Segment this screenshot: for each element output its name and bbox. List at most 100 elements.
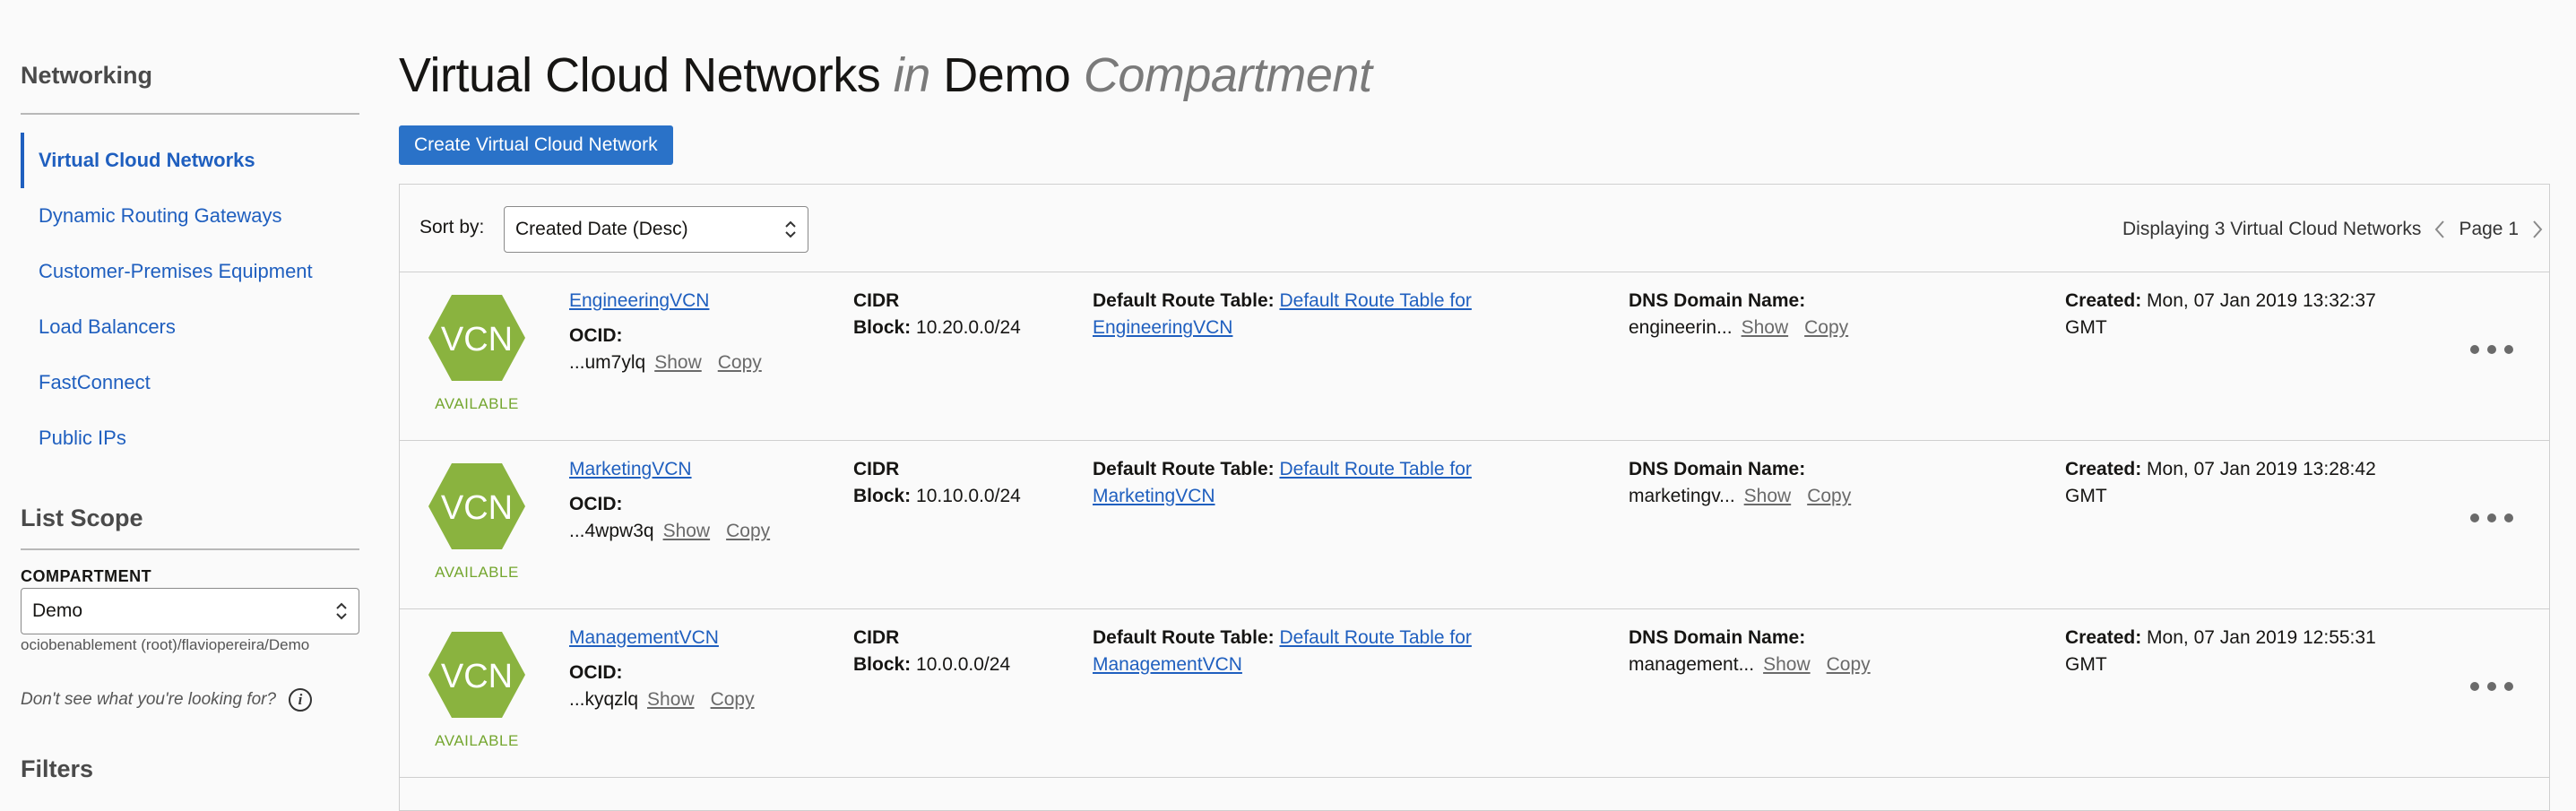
dns-copy-link[interactable]: Copy [1807,486,1851,506]
dns-show-link[interactable]: Show [1742,317,1789,338]
ocid-value: ...um7ylq [569,352,646,373]
dns-show-link[interactable]: Show [1763,654,1811,675]
cidr-label: CIDR [853,290,900,311]
ocid-copy-link[interactable]: Copy [711,689,755,710]
route-table-label: Default Route Table: [1093,290,1275,311]
help-text: Don't see what you're looking for? [21,690,277,709]
vcn-badge-icon: VCN [428,463,525,549]
cidr-cell: CIDR Block: 10.10.0.0/24 [853,456,1021,510]
vcn-badge-icon: VCN [428,295,525,381]
title-suffix: Compartment [1083,48,1372,102]
sort-label: Sort by: [419,217,485,237]
status-available: AVAILABLE [435,732,519,749]
sort-value: Created Date (Desc) [515,219,688,239]
display-count: Displaying 3 Virtual Cloud Networks [2122,219,2422,239]
create-vcn-button[interactable]: Create Virtual Cloud Network [399,125,673,165]
cidr-label: CIDR [853,627,900,648]
route-table-link-line2[interactable]: MarketingVCN [1093,486,1215,506]
created-label: Created: [2065,627,2142,648]
sidebar-nav: Virtual Cloud Networks Dynamic Routing G… [21,133,359,466]
name-cell: EngineeringVCN OCID: ...um7ylq Show Copy [569,288,762,376]
ocid-show-link[interactable]: Show [647,689,695,710]
title-main: Virtual Cloud Networks [399,48,881,102]
list-toolbar: Sort by: Created Date (Desc) Displaying … [400,185,2549,272]
created-label: Created: [2065,290,2142,311]
select-arrows-icon [785,220,796,238]
route-table-cell: Default Route Table: Default Route Table… [1093,288,1472,341]
sidebar-item-public-ips[interactable]: Public IPs [21,410,359,466]
route-table-label: Default Route Table: [1093,627,1275,648]
block-label: Block: [853,317,912,338]
vcn-name-link[interactable]: EngineeringVCN [569,290,709,311]
page-number: Page 1 [2459,219,2519,239]
dns-show-link[interactable]: Show [1744,486,1792,506]
vcn-row: VCN AVAILABLE EngineeringVCN OCID: ...um… [400,272,2549,441]
sort-select[interactable]: Created Date (Desc) [504,206,808,253]
dns-cell: DNS Domain Name: management... Show Copy [1629,625,1871,678]
name-cell: MarketingVCN OCID: ...4wpw3q Show Copy [569,456,770,545]
more-actions-icon[interactable] [2470,343,2513,356]
status-available: AVAILABLE [435,564,519,581]
ocid-label: OCID: [569,662,623,683]
created-label: Created: [2065,459,2142,479]
ocid-copy-link[interactable]: Copy [726,521,770,541]
dns-value: marketingv... [1629,486,1735,506]
vcn-badge-text: VCN [441,321,513,358]
help-line: Don't see what you're looking for? i [21,688,313,712]
pager: Displaying 3 Virtual Cloud Networks Page… [2122,217,2549,242]
more-actions-icon[interactable] [2470,512,2513,524]
title-compartment: Demo [943,48,1071,102]
dns-cell: DNS Domain Name: engineerin... Show Copy [1629,288,1848,341]
route-table-link-line2[interactable]: ManagementVCN [1093,654,1242,675]
ocid-value: ...kyqzlq [569,689,639,710]
cidr-value: 10.10.0.0/24 [916,486,1021,506]
block-label: Block: [853,654,912,675]
vcn-badge-text: VCN [441,489,513,527]
created-cell: Created: Mon, 07 Jan 2019 13:32:37 GMT [2065,288,2376,341]
sidebar-item-customer-premises-equipment[interactable]: Customer-Premises Equipment [21,244,359,299]
sidebar-item-virtual-cloud-networks[interactable]: Virtual Cloud Networks [21,133,359,188]
vcn-name-link[interactable]: ManagementVCN [569,627,719,648]
sidebar-item-dynamic-routing-gateways[interactable]: Dynamic Routing Gateways [21,188,359,244]
created-cell: Created: Mon, 07 Jan 2019 12:55:31 GMT [2065,625,2376,678]
created-value: Mon, 07 Jan 2019 12:55:31 [2147,627,2376,648]
ocid-copy-link[interactable]: Copy [718,352,762,373]
vcn-row: VCN AVAILABLE ManagementVCN OCID: ...kyq… [400,608,2549,778]
created-timezone: GMT [2065,654,2107,675]
title-in: in [893,48,931,102]
route-table-link[interactable]: Default Route Table for [1279,290,1471,311]
dns-label: DNS Domain Name: [1629,459,1806,479]
route-table-label: Default Route Table: [1093,459,1275,479]
vcn-name-link[interactable]: MarketingVCN [569,459,692,479]
route-table-link[interactable]: Default Route Table for [1279,627,1471,648]
created-timezone: GMT [2065,486,2107,506]
route-table-cell: Default Route Table: Default Route Table… [1093,625,1472,678]
compartment-value: Demo [32,600,83,621]
chevron-left-icon[interactable] [2428,217,2453,242]
select-arrows-icon [336,602,347,620]
info-icon[interactable]: i [289,688,313,712]
ocid-label: OCID: [569,325,623,346]
name-cell: ManagementVCN OCID: ...kyqzlq Show Copy [569,625,755,713]
more-actions-icon[interactable] [2470,680,2513,693]
chevron-right-icon[interactable] [2524,217,2549,242]
route-table-link[interactable]: Default Route Table for [1279,459,1471,479]
dns-copy-link[interactable]: Copy [1804,317,1848,338]
cidr-cell: CIDR Block: 10.20.0.0/24 [853,288,1021,341]
dns-label: DNS Domain Name: [1629,290,1806,311]
cidr-value: 10.20.0.0/24 [916,317,1021,338]
filters-title: Filters [21,755,94,782]
ocid-label: OCID: [569,494,623,514]
sidebar-item-load-balancers[interactable]: Load Balancers [21,299,359,355]
block-label: Block: [853,486,912,506]
dns-copy-link[interactable]: Copy [1827,654,1871,675]
compartment-select[interactable]: Demo [21,588,359,634]
ocid-show-link[interactable]: Show [663,521,711,541]
ocid-value: ...4wpw3q [569,521,654,541]
sidebar-item-fastconnect[interactable]: FastConnect [21,355,359,410]
route-table-link-line2[interactable]: EngineeringVCN [1093,317,1232,338]
ocid-show-link[interactable]: Show [654,352,702,373]
page-title: Virtual Cloud Networks in Demo Compartme… [399,47,1372,103]
created-value: Mon, 07 Jan 2019 13:28:42 [2147,459,2376,479]
cidr-value: 10.0.0.0/24 [916,654,1011,675]
